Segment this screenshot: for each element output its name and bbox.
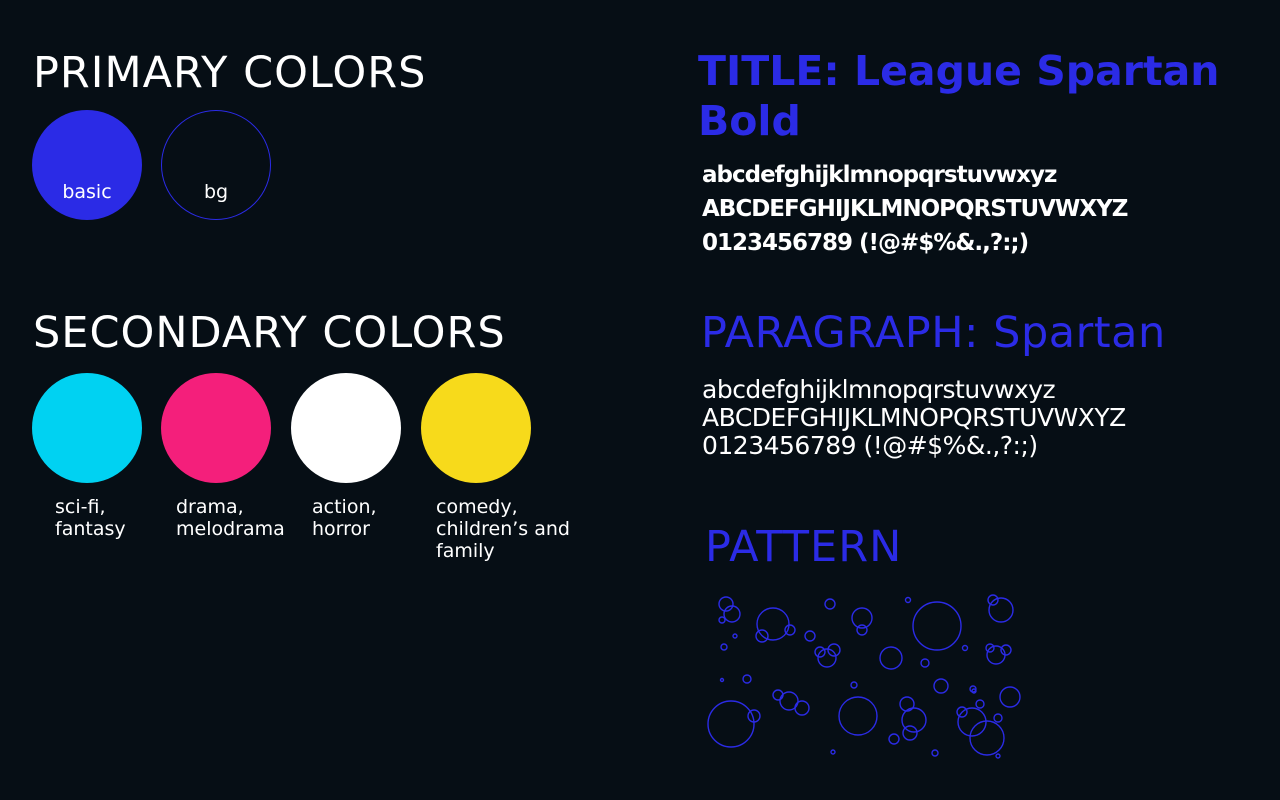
caption-line: family <box>436 540 495 562</box>
swatch-white <box>291 373 401 483</box>
specimen-numbers: 0123456789 (!@#$%&.,?:;) <box>702 431 1038 460</box>
title-font-label: TITLE: League Spartan Bold <box>698 46 1219 146</box>
paragraph-font-specimen: abcdefghijklmnopqrstuvwxyz ABCDEFGHIJKLM… <box>702 376 1126 460</box>
caption-line: melodrama <box>176 518 285 540</box>
swatch-yellow-caption: comedy, children’s and family <box>436 496 570 562</box>
title-font-label-line2: Bold <box>698 97 801 145</box>
caption-line: drama, <box>176 496 244 518</box>
swatch-basic <box>32 110 142 220</box>
swatch-magenta <box>161 373 271 483</box>
specimen-lowercase: abcdefghijklmnopqrstuvwxyz <box>702 162 1057 188</box>
specimen-uppercase: ABCDEFGHIJKLMNOPQRSTUVWXYZ <box>702 403 1126 432</box>
caption-line: children’s and <box>436 518 570 540</box>
swatch-yellow <box>421 373 531 483</box>
specimen-uppercase: ABCDEFGHIJKLMNOPQRSTUVWXYZ <box>702 196 1128 222</box>
swatch-basic-label: basic <box>62 181 112 203</box>
swatch-bg-label: bg <box>203 181 229 203</box>
specimen-numbers: 0123456789 (!@#$%&.,?:;) <box>702 230 1029 256</box>
caption-line: fantasy <box>55 518 126 540</box>
caption-line: sci-fi, <box>55 496 106 518</box>
swatch-cyan <box>32 373 142 483</box>
pattern-heading: PATTERN <box>705 522 903 572</box>
bubble-pattern <box>707 594 1021 759</box>
swatch-bg <box>161 110 271 220</box>
primary-colors-heading: PRIMARY COLORS <box>33 48 427 98</box>
paragraph-font-label: PARAGRAPH: Spartan <box>701 308 1166 358</box>
swatch-cyan-caption: sci-fi, fantasy <box>55 496 126 540</box>
caption-line: horror <box>312 518 370 540</box>
caption-line: comedy, <box>436 496 518 518</box>
caption-line: action, <box>312 496 377 518</box>
specimen-lowercase: abcdefghijklmnopqrstuvwxyz <box>702 375 1056 404</box>
swatch-white-caption: action, horror <box>312 496 377 540</box>
title-font-label-line1: TITLE: League Spartan <box>698 47 1220 95</box>
title-font-specimen: abcdefghijklmnopqrstuvwxyz ABCDEFGHIJKLM… <box>702 158 1128 260</box>
swatch-magenta-caption: drama, melodrama <box>176 496 285 540</box>
secondary-colors-heading: SECONDARY COLORS <box>33 308 506 358</box>
